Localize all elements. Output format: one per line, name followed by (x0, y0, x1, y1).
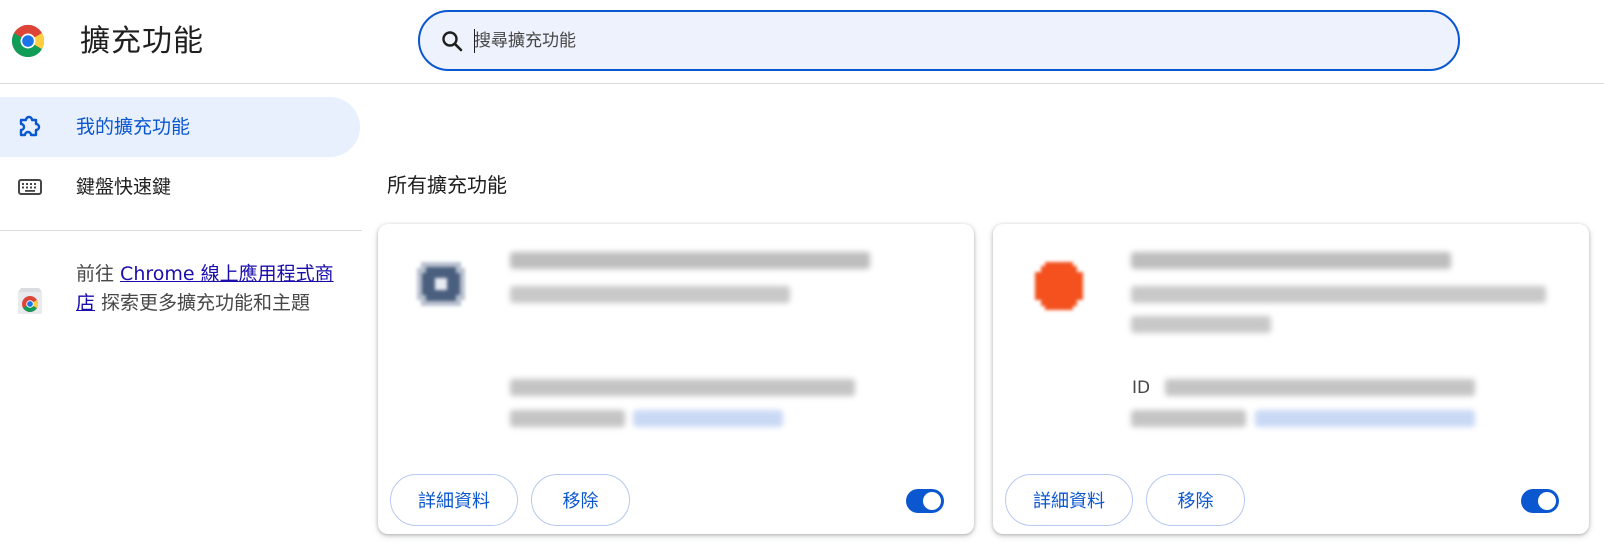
sidebar-item-label: 我的擴充功能 (76, 116, 191, 138)
toggle-knob (1538, 492, 1556, 510)
enable-toggle[interactable] (1521, 489, 1559, 513)
extension-desc-redacted (510, 286, 790, 303)
extension-desc-redacted (1131, 316, 1271, 333)
search-input[interactable] (474, 12, 1434, 69)
extension-version-redacted (510, 410, 625, 427)
search-box[interactable] (418, 10, 1460, 71)
extension-name-redacted (510, 252, 870, 269)
details-button[interactable]: 詳細資料 (390, 474, 518, 526)
extension-gear-icon (417, 262, 465, 306)
extension-version-redacted (1131, 410, 1246, 427)
extension-orange-icon (1035, 262, 1083, 310)
remove-button[interactable]: 移除 (531, 474, 630, 526)
inspect-views-link-redacted[interactable] (1255, 410, 1475, 427)
chrome-logo-icon (11, 24, 45, 58)
remove-button[interactable]: 移除 (1146, 474, 1245, 526)
web-store-promo: 前往 Chrome 線上應用程式商店 探索更多擴充功能和主題 (76, 260, 346, 318)
search-icon[interactable] (440, 29, 464, 53)
extension-id-redacted (510, 379, 855, 396)
keyboard-icon (18, 179, 42, 195)
extension-desc-redacted (1131, 286, 1546, 303)
extension-card: ID 詳細資料 移除 (993, 224, 1589, 534)
sidebar-divider (0, 230, 362, 231)
details-button[interactable]: 詳細資料 (1005, 474, 1133, 526)
sidebar-item-my-extensions[interactable]: 我的擴充功能 (0, 97, 360, 157)
chrome-web-store-icon[interactable] (16, 286, 44, 316)
inspect-views-link-redacted[interactable] (633, 410, 783, 427)
toggle-knob (923, 492, 941, 510)
extension-id-label: ID (1132, 378, 1151, 398)
extension-id-redacted (1165, 379, 1475, 396)
extension-card: 詳細資料 移除 (378, 224, 974, 534)
web-store-prefix: 前往 (76, 263, 121, 285)
extension-name-redacted (1131, 252, 1451, 269)
top-bar: 擴充功能 (0, 0, 1604, 84)
puzzle-piece-icon (19, 115, 41, 137)
sidebar-item-keyboard-shortcuts[interactable]: 鍵盤快速鍵 (0, 157, 360, 217)
page-title: 擴充功能 (80, 24, 204, 59)
web-store-suffix: 探索更多擴充功能和主題 (95, 292, 311, 314)
enable-toggle[interactable] (906, 489, 944, 513)
section-title: 所有擴充功能 (387, 173, 507, 197)
sidebar-item-label: 鍵盤快速鍵 (76, 176, 172, 198)
